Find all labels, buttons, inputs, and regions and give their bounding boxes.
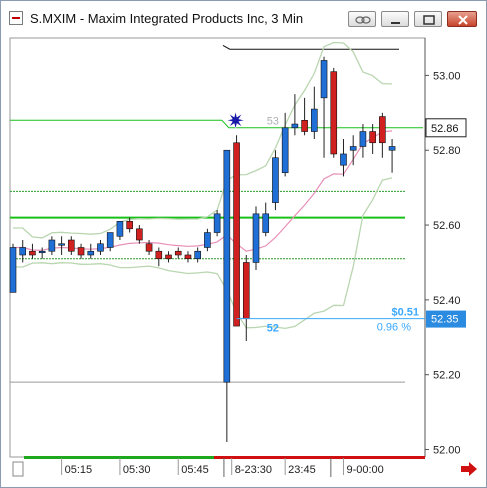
y-tick-label: 52.60 xyxy=(433,220,461,232)
candle-down xyxy=(126,221,133,230)
scroll-box xyxy=(12,461,24,477)
candle-up xyxy=(252,213,260,263)
candle-down xyxy=(330,71,338,155)
candle-down xyxy=(369,131,376,144)
candle-up xyxy=(116,221,124,237)
candle-down xyxy=(77,247,85,256)
candle-up xyxy=(320,60,328,99)
candle-down xyxy=(242,262,250,319)
candle-up xyxy=(38,250,46,254)
candle-down xyxy=(379,116,386,144)
candle-up xyxy=(9,247,17,293)
chart-window: S.MXIM - Maxim Integrated Products Inc, … xyxy=(0,0,487,488)
candle-up xyxy=(291,123,299,129)
candle-up xyxy=(194,250,201,260)
candle-up xyxy=(106,232,114,248)
candle-down xyxy=(174,250,182,256)
x-tick-label: 05:15 xyxy=(65,464,93,476)
high-marker-label: 53 xyxy=(267,115,279,127)
candle-down xyxy=(233,142,240,327)
candle-up xyxy=(223,149,231,383)
candle-up xyxy=(87,250,95,256)
candle-up xyxy=(311,108,318,132)
candle-down xyxy=(165,254,172,260)
x-tick-label: 9-00:00 xyxy=(346,464,383,476)
candle-up xyxy=(213,213,221,233)
candle-up xyxy=(349,146,357,151)
candle-down xyxy=(136,228,143,241)
y-tick-label: 52.20 xyxy=(433,370,461,382)
change-value-label: $0.51 xyxy=(391,307,419,319)
candle-up xyxy=(340,153,347,166)
y-tick-label: 52.80 xyxy=(433,145,461,157)
scroll-right-icon[interactable] xyxy=(459,461,479,477)
candle-up xyxy=(48,239,56,252)
y-tick-label: 52.40 xyxy=(433,295,461,307)
change-percent-label: 0.96 % xyxy=(377,322,411,334)
candle-up xyxy=(204,232,211,248)
y-tick-label: 52.00 xyxy=(433,445,461,457)
candle-down xyxy=(184,254,192,260)
candle-down xyxy=(68,239,75,252)
candle-up xyxy=(359,131,367,147)
x-tick-label: 23:45 xyxy=(288,464,316,476)
candle-down xyxy=(29,250,36,256)
star-marker xyxy=(226,111,245,130)
candle-up xyxy=(272,157,279,203)
price-chart[interactable]: 53.00 52.80 52.60 52.40 52.20 52.00 05:15 05:30… xyxy=(1,1,486,487)
session-bar-green xyxy=(24,456,214,459)
price-axis xyxy=(425,38,485,457)
candle-down xyxy=(301,120,308,132)
candle-up xyxy=(58,243,65,246)
low-marker-label: 52 xyxy=(267,323,279,335)
y-tick-label: 53.00 xyxy=(433,70,461,82)
candle-up xyxy=(262,213,270,233)
x-tick-label: 05:45 xyxy=(181,464,209,476)
candle-up xyxy=(388,146,396,151)
candle-down xyxy=(155,250,163,260)
session-bar-red xyxy=(214,456,425,459)
x-tick-label: 8-23:30 xyxy=(235,464,272,476)
candle-up xyxy=(19,247,27,256)
x-tick-label: 05:30 xyxy=(123,464,151,476)
candle-down xyxy=(145,243,153,252)
candle-up xyxy=(281,127,289,173)
candle-up xyxy=(97,243,104,252)
cursor-price-label: 52.35 xyxy=(431,314,459,326)
last-price-label: 52.86 xyxy=(431,123,459,135)
